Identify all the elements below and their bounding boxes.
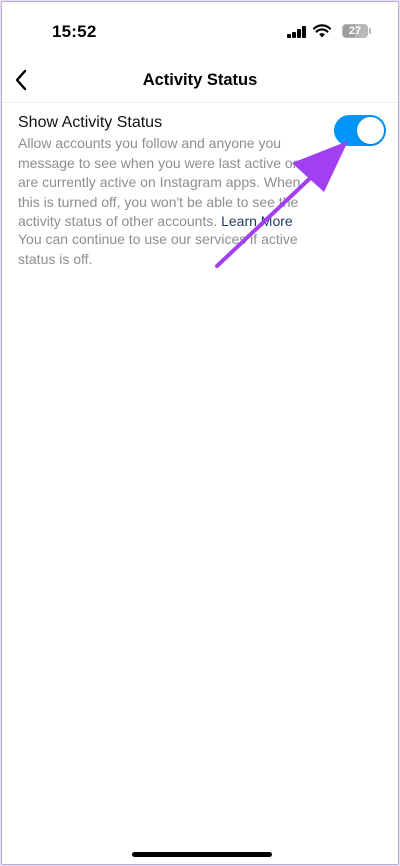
home-indicator[interactable] xyxy=(132,852,272,857)
setting-title: Show Activity Status xyxy=(18,114,163,131)
setting-description: Allow accounts you follow and anyone you… xyxy=(18,134,318,232)
page-title: Activity Status xyxy=(142,71,258,89)
status-time: 15:52 xyxy=(52,22,97,41)
battery-cap xyxy=(369,28,371,34)
battery-icon: 27 xyxy=(342,24,368,38)
status-bar: 15:52 27 xyxy=(2,2,398,58)
cellular-signal-icon xyxy=(287,26,307,38)
wifi-icon xyxy=(313,24,331,38)
battery-percentage: 27 xyxy=(348,25,362,37)
activity-status-toggle[interactable] xyxy=(334,115,386,146)
screen: 15:52 27 Activity Status Show Activity S… xyxy=(1,1,399,865)
activity-status-setting: Show Activity Status Allow accounts you … xyxy=(18,113,318,232)
navigation-bar: Activity Status xyxy=(2,58,398,103)
toggle-knob xyxy=(357,117,384,144)
info-note: You can continue to use our services if … xyxy=(18,231,298,267)
learn-more-link[interactable]: Learn More xyxy=(221,213,293,229)
